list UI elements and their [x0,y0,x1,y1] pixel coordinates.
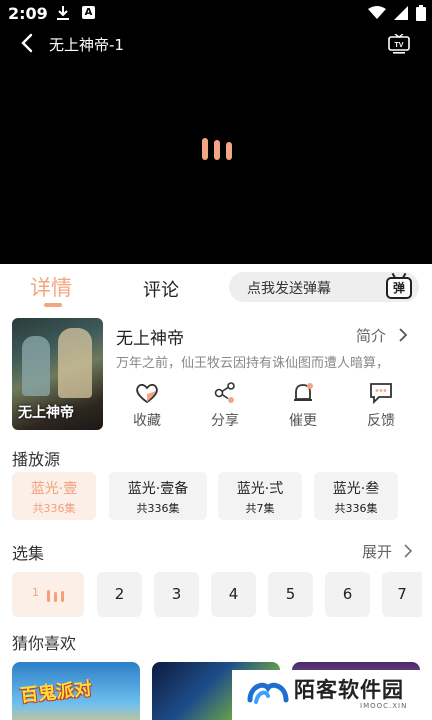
video-title: 无上神帝-1 [49,36,124,54]
status-bar: 2:09 A [0,0,432,28]
share-button[interactable]: 分享 [186,382,264,430]
detail-tabs: 详情 评论 点我发送弹幕 弹 [0,264,432,310]
loading-icon [202,138,232,160]
episode-number: 1 [32,586,39,599]
recommend-section-title: 猜你喜欢 [12,634,77,653]
danmu-icon-char: 弹 [386,277,412,299]
source-count: 共7集 [245,502,275,515]
episode-chip[interactable]: 4 [211,572,256,617]
watermark-brand: 陌客软件园 [294,678,404,702]
tv-cast-icon[interactable]: TV [388,34,410,54]
battery-icon [416,5,426,21]
source-count: 共336集 [136,502,180,515]
recommend-card-title: 百鬼派对 [19,678,94,707]
chevron-right-icon[interactable] [398,327,408,343]
recommend-card[interactable]: 百鬼派对 [12,662,140,720]
urge-update-button[interactable]: 催更 [264,382,342,430]
favorite-label: 收藏 [133,413,161,429]
tab-comment[interactable]: 评论 [143,276,179,302]
heart-icon [136,383,158,404]
share-icon [214,382,235,403]
danmu-input[interactable]: 点我发送弹幕 弹 [229,272,419,302]
source-count: 共336集 [334,502,378,515]
wifi-icon [368,6,386,19]
poster-title: 无上神帝 [18,405,74,421]
episode-chip[interactable]: 6 [325,572,370,617]
watermark-logo-icon [247,682,289,704]
back-arrow-icon[interactable] [18,33,38,53]
download-icon [57,6,69,20]
status-time: 2:09 [8,4,48,23]
urge-update-label: 催更 [289,413,317,429]
anime-poster[interactable]: 无上神帝 [12,318,103,430]
system-icons [368,5,426,21]
share-label: 分享 [211,413,239,429]
feedback-label: 反馈 [367,413,395,429]
episode-chip[interactable]: 7 [382,572,422,617]
chevron-right-icon[interactable] [403,544,413,558]
tab-detail[interactable]: 详情 [30,272,72,302]
feedback-button[interactable]: 反馈 [342,382,420,430]
source-section-title: 播放源 [12,450,61,469]
watermark-domain: IMOOC.XIN [360,702,408,710]
feedback-icon [370,383,392,404]
source-name: 蓝光·弍 [236,481,284,497]
intro-link[interactable]: 简介 [356,325,386,346]
action-bar: 收藏 分享 催更 反馈 [108,382,420,432]
signal-icon [394,6,408,20]
video-player[interactable]: 2:09 A 无上神帝-1 TV [0,0,432,264]
source-name: 蓝光·壹备 [127,481,189,497]
source-chip[interactable]: 蓝光·壹备 共336集 [109,472,207,520]
episode-chip[interactable]: 5 [268,572,313,617]
episode-chip[interactable]: 2 [97,572,142,617]
source-chip[interactable]: 蓝光·壹 共336集 [12,472,96,520]
source-chip[interactable]: 蓝光·叁 共336集 [314,472,398,520]
danmu-placeholder: 点我发送弹幕 [247,281,331,297]
source-name: 蓝光·壹 [30,481,78,497]
anime-description: 万年之前，仙王牧云因持有诛仙图而遭人暗算， [116,356,390,371]
tab-active-indicator [44,303,62,307]
danmu-icon[interactable]: 弹 [385,272,413,301]
playing-icon [47,590,64,602]
favorite-button[interactable]: 收藏 [108,382,186,430]
source-chip[interactable]: 蓝光·弍 共7集 [218,472,302,520]
episode-section-title: 选集 [12,544,45,563]
source-name: 蓝光·叁 [332,481,380,497]
watermark: 陌客软件园 IMOOC.XIN [232,670,432,720]
a-notification-icon: A [82,6,95,19]
episode-chip[interactable]: 3 [154,572,199,617]
svg-text:TV: TV [395,42,404,49]
source-count: 共336集 [32,502,76,515]
bell-icon [294,383,313,401]
episode-chip[interactable]: 1 [12,572,84,617]
anime-title: 无上神帝 [116,329,184,349]
expand-episodes-link[interactable]: 展开 [362,541,392,562]
